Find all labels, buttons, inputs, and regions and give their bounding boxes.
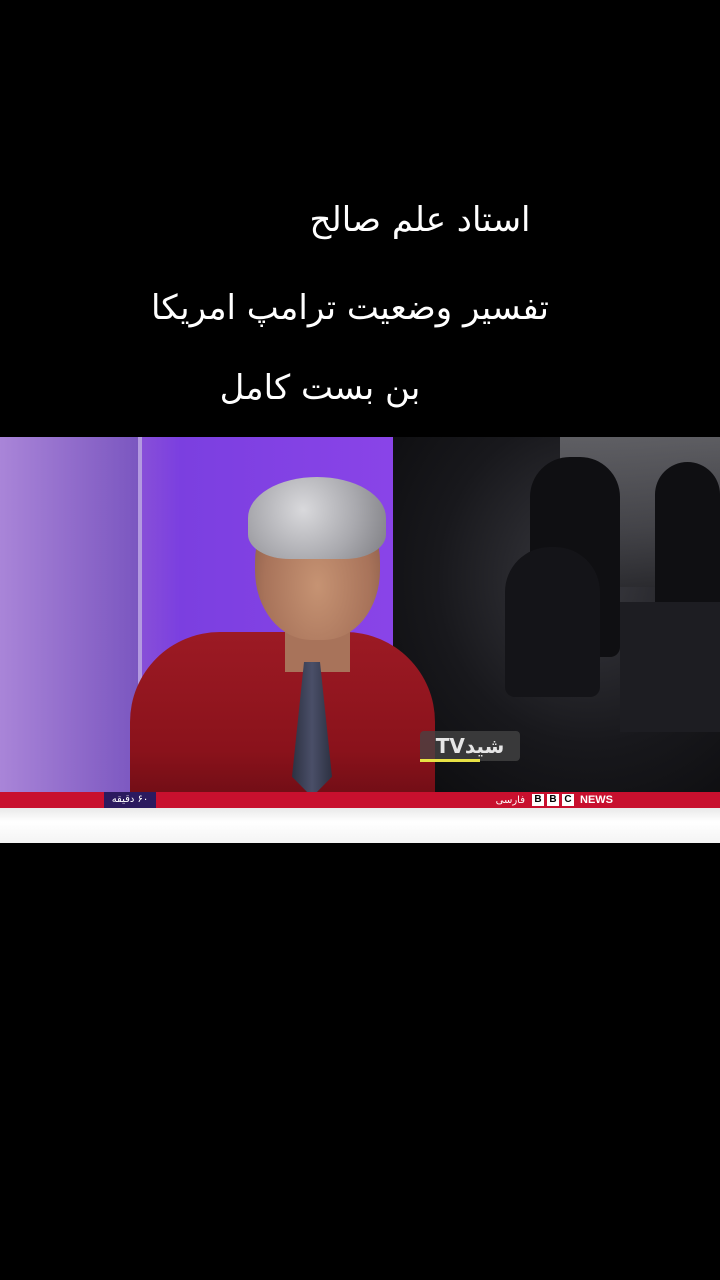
channel-logo-accent (420, 759, 480, 762)
bbc-block-1: B (532, 794, 544, 806)
caption-line-3: بن بست کامل (219, 368, 421, 408)
caption-line-2: تفسیر وضعیت ترامپ امریکا (150, 288, 550, 328)
presenter-hair (248, 477, 386, 559)
news-ticker-bar: ۶۰ دقیقه فارسی B B C NEWS (0, 792, 720, 808)
brand-news-label: NEWS (580, 794, 613, 806)
studio-side-panel (0, 437, 140, 792)
presenter-body (130, 632, 435, 802)
lower-third-strip (0, 808, 720, 843)
video-frame[interactable]: شیدTV ۶۰ دقیقه فارسی B B C NEWS (0, 437, 720, 843)
program-label: ۶۰ دقیقه (104, 792, 156, 808)
caption-line-1: استاد علم صالح (309, 200, 531, 240)
bbc-news-brand: فارسی B B C NEWS (496, 792, 613, 808)
background-figure-3 (505, 547, 600, 697)
bbc-block-2: B (547, 794, 559, 806)
background-desk (620, 602, 720, 732)
channel-logo: شیدTV (420, 731, 520, 761)
bbc-block-3: C (562, 794, 574, 806)
brand-language: فارسی (495, 794, 525, 806)
